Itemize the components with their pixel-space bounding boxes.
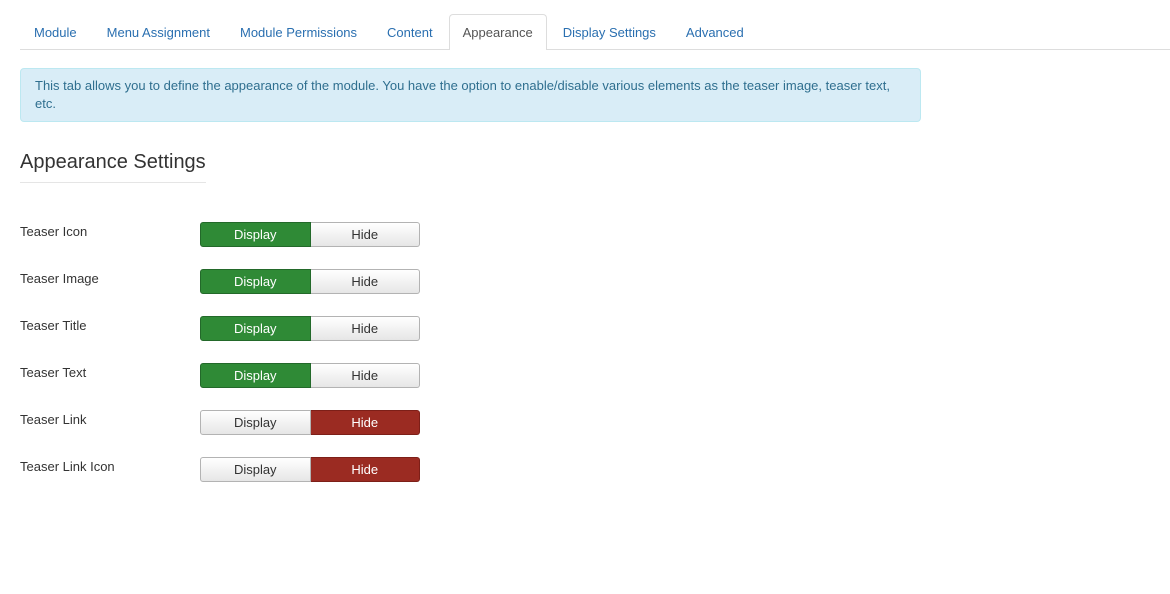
appearance-settings-list: Teaser Icon Display Hide Teaser Image Di… <box>20 222 420 504</box>
display-button[interactable]: Display <box>200 316 311 341</box>
teaser-text-toggle: Display Hide <box>200 363 420 388</box>
teaser-image-toggle: Display Hide <box>200 269 420 294</box>
display-button[interactable]: Display <box>200 363 311 388</box>
setting-label: Teaser Image <box>20 271 99 286</box>
display-button[interactable]: Display <box>200 269 311 294</box>
info-alert: This tab allows you to define the appear… <box>20 68 921 122</box>
tab-content[interactable]: Content <box>373 14 447 49</box>
display-button[interactable]: Display <box>200 457 311 482</box>
teaser-link-icon-toggle: Display Hide <box>200 457 420 482</box>
setting-row-teaser-title: Teaser Title Display Hide <box>20 316 420 363</box>
tab-advanced[interactable]: Advanced <box>672 14 758 49</box>
teaser-icon-toggle: Display Hide <box>200 222 420 247</box>
info-alert-text: This tab allows you to define the appear… <box>35 78 890 111</box>
section-title: Appearance Settings <box>20 150 206 183</box>
setting-row-teaser-image: Teaser Image Display Hide <box>20 269 420 316</box>
setting-row-teaser-link-icon: Teaser Link Icon Display Hide <box>20 457 420 504</box>
tab-appearance[interactable]: Appearance <box>448 14 547 50</box>
hide-button[interactable]: Hide <box>310 363 420 388</box>
setting-label: Teaser Title <box>20 318 87 333</box>
tab-module[interactable]: Module <box>20 14 91 49</box>
setting-row-teaser-icon: Teaser Icon Display Hide <box>20 222 420 269</box>
setting-label: Teaser Link <box>20 412 87 427</box>
tab-display-settings[interactable]: Display Settings <box>549 14 670 49</box>
hide-button[interactable]: Hide <box>310 222 420 247</box>
teaser-link-toggle: Display Hide <box>200 410 420 435</box>
tab-module-permissions[interactable]: Module Permissions <box>226 14 371 49</box>
tab-menu-assignment[interactable]: Menu Assignment <box>93 14 224 49</box>
setting-row-teaser-text: Teaser Text Display Hide <box>20 363 420 410</box>
hide-button[interactable]: Hide <box>310 269 420 294</box>
setting-row-teaser-link: Teaser Link Display Hide <box>20 410 420 457</box>
setting-label: Teaser Text <box>20 365 87 380</box>
hide-button[interactable]: Hide <box>310 410 420 435</box>
display-button[interactable]: Display <box>200 410 311 435</box>
teaser-title-toggle: Display Hide <box>200 316 420 341</box>
setting-label: Teaser Link Icon <box>20 459 115 474</box>
hide-button[interactable]: Hide <box>310 457 420 482</box>
hide-button[interactable]: Hide <box>310 316 420 341</box>
display-button[interactable]: Display <box>200 222 311 247</box>
setting-label: Teaser Icon <box>20 224 88 239</box>
tab-bar: Module Menu Assignment Module Permission… <box>20 14 1170 50</box>
